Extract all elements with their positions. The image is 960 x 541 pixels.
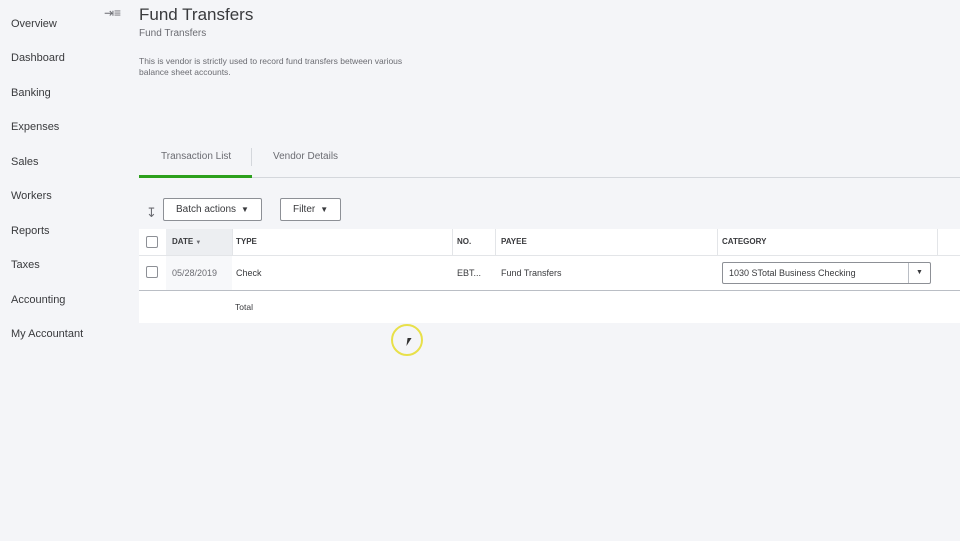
chevron-down-icon: ▼ [241,205,249,214]
sidebar: ⇥≡ Overview Dashboard Banking Expenses S… [0,0,124,541]
column-header-no[interactable]: NO. [457,237,471,247]
batch-actions-label: Batch actions [176,204,237,215]
sidebar-item-dashboard[interactable]: Dashboard [11,51,65,65]
sort-desc-icon: ▼ [195,240,202,246]
category-select[interactable]: 1030 STotal Business Checking ▼ [722,262,931,284]
tab-vendor-details[interactable]: Vendor Details [273,150,338,164]
total-label: Total [235,302,253,312]
sidebar-item-banking[interactable]: Banking [11,86,51,100]
row-date: 05/28/2019 [172,268,218,278]
filter-button[interactable]: Filter ▼ [280,198,342,221]
sidebar-item-expenses[interactable]: Expenses [11,120,59,134]
main-content: Fund Transfers Fund Transfers This is ve… [124,0,960,541]
sidebar-item-my-accountant[interactable]: My Accountant [11,327,83,341]
sidebar-item-reports[interactable]: Reports [11,224,50,238]
active-tab-indicator [139,175,252,178]
tab-transaction-list[interactable]: Transaction List [161,150,231,164]
column-divider [495,229,496,255]
vendor-description: This is vendor is strictly used to recor… [139,56,403,77]
sidebar-item-workers[interactable]: Workers [11,189,52,203]
category-select-value: 1030 STotal Business Checking [729,268,856,278]
chevron-down-icon: ▼ [320,205,329,214]
row-payee: Fund Transfers [501,268,562,278]
transaction-table: DATE ▼ TYPE NO. PAYEE CATEGORY 05/28/201… [139,229,960,323]
sidebar-item-accounting[interactable]: Accounting [11,293,65,307]
column-divider [937,229,938,255]
page-title: Fund Transfers [139,5,254,24]
sidebar-item-taxes[interactable]: Taxes [11,258,40,272]
sort-arrow-icon[interactable]: ↧ [146,206,157,220]
collapse-sidebar-icon[interactable]: ⇥≡ [104,7,121,19]
row-no: EBT... [457,268,482,278]
chevron-down-icon[interactable]: ▼ [908,263,930,283]
column-divider [452,229,453,255]
tab-divider [251,148,252,166]
filter-label: Filter [293,204,316,215]
sidebar-item-sales[interactable]: Sales [11,155,39,169]
column-divider [232,229,233,255]
sidebar-item-overview[interactable]: Overview [11,17,57,31]
table-header: DATE ▼ TYPE NO. PAYEE CATEGORY [139,229,960,256]
table-row[interactable]: 05/28/2019 Check EBT... Fund Transfers 1… [139,256,960,291]
row-checkbox[interactable] [146,266,158,278]
tab-bar: Transaction List Vendor Details [139,146,960,178]
batch-actions-button[interactable]: Batch actions ▼ [163,198,262,221]
select-all-checkbox[interactable] [146,236,158,248]
page-subtitle: Fund Transfers [139,28,207,39]
column-header-type[interactable]: TYPE [236,237,257,247]
column-header-category[interactable]: CATEGORY [722,237,766,247]
column-header-date[interactable]: DATE ▼ [172,237,201,248]
column-divider [717,229,718,255]
row-type: Check [236,268,262,278]
column-date-label: DATE [172,237,194,246]
column-header-payee[interactable]: PAYEE [501,237,527,247]
